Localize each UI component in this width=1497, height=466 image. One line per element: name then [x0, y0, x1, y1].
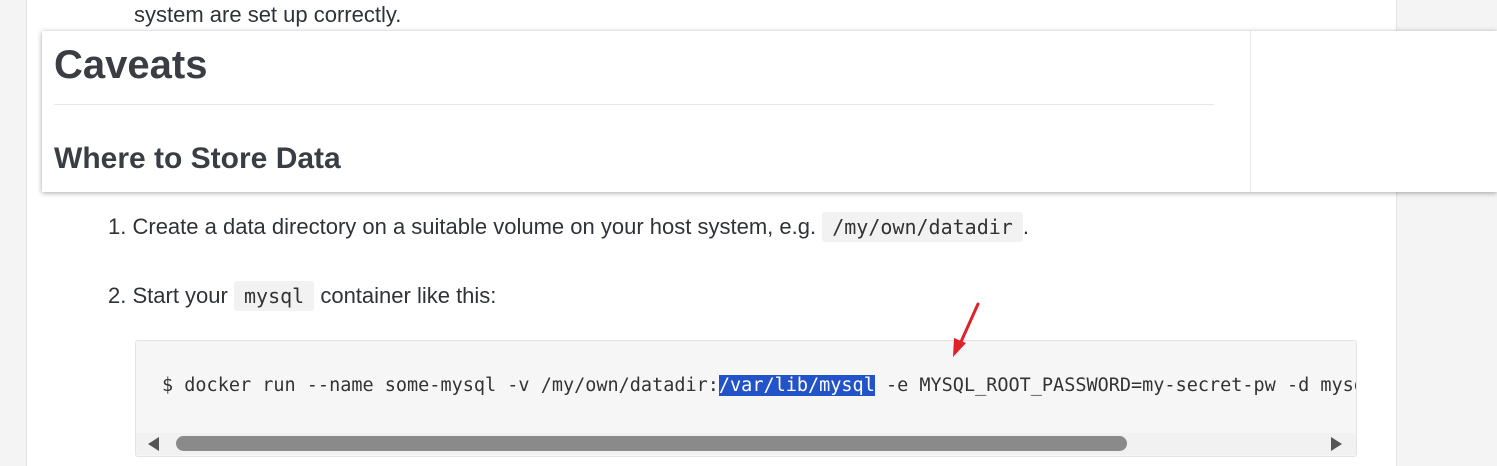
paragraph-text: system are set up correctly. — [134, 2, 402, 27]
code-block[interactable]: $ docker run --name some-mysql -v /my/ow… — [135, 340, 1357, 457]
code-line[interactable]: $ docker run --name some-mysql -v /my/ow… — [162, 372, 1356, 400]
list-text-end: container like this: — [320, 283, 497, 308]
list-item-step-2: 2. Start your mysql container like this: — [108, 281, 496, 311]
heading-where-to-store-data: Where to Store Data — [54, 142, 341, 175]
inline-code-datadir: /my/own/datadir — [822, 212, 1023, 242]
list-text: Start your — [132, 283, 228, 308]
heading-caveats: Caveats — [54, 43, 208, 87]
scroll-left-icon[interactable] — [148, 437, 159, 451]
code-selection[interactable]: /var/lib/mysql — [718, 375, 875, 396]
panel-divider — [1250, 31, 1251, 192]
heading-divider — [54, 104, 1214, 105]
horizontal-scrollbar[interactable] — [136, 433, 1356, 455]
code-prefix: $ docker run --name some-mysql -v /my/ow… — [162, 375, 719, 396]
scrollbar-thumb[interactable] — [176, 436, 1127, 451]
scroll-right-icon[interactable] — [1331, 437, 1342, 451]
list-text: Create a data directory on a suitable vo… — [132, 214, 817, 239]
list-item-step-1: 1. Create a data directory on a suitable… — [108, 212, 1029, 242]
code-suffix: -e MYSQL_ROOT_PASSWORD=my-secret-pw -d m… — [885, 375, 1356, 396]
list-text-end: . — [1022, 214, 1029, 239]
sticky-header-panel: Caveats Where to Store Data — [42, 31, 1497, 192]
inline-code-mysql: mysql — [233, 281, 315, 311]
red-arrow-icon — [953, 302, 980, 357]
list-number: 1. — [108, 214, 127, 239]
list-number: 2. — [108, 283, 127, 308]
